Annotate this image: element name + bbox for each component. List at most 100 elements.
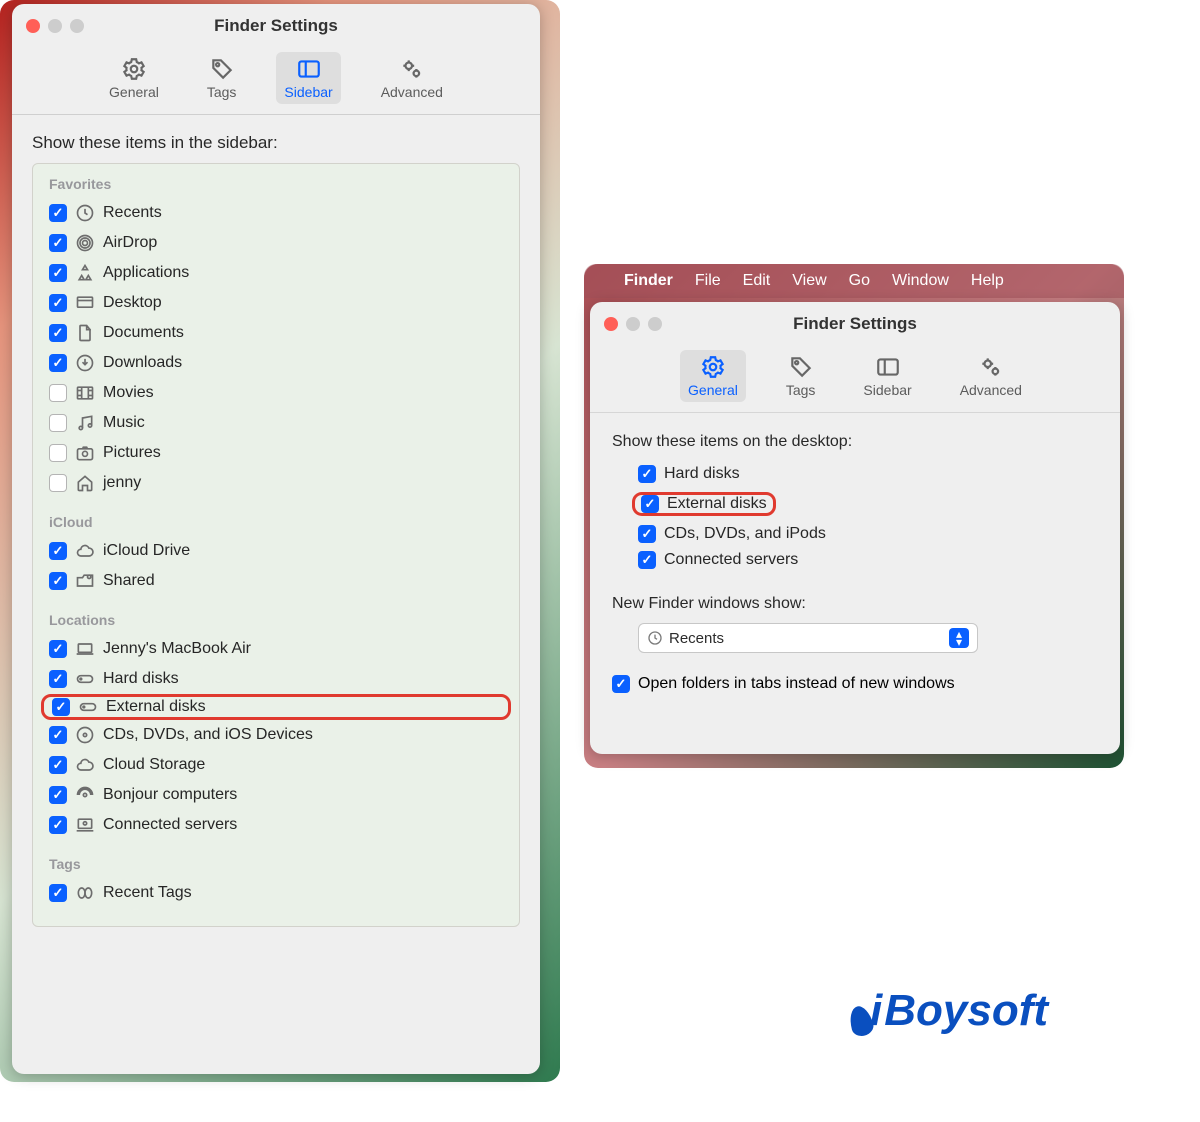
sidebar-item-pictures[interactable]: Pictures: [49, 438, 503, 468]
settings-tabs: General Tags Sidebar Advanced: [590, 346, 1120, 413]
tab-tags[interactable]: Tags: [778, 350, 824, 402]
sidebar-item-airdrop[interactable]: AirDrop: [49, 228, 503, 258]
open-in-tabs-checkbox[interactable]: [612, 675, 630, 693]
checkbox[interactable]: [49, 354, 67, 372]
group-head-favorites: Favorites: [49, 176, 503, 192]
checkbox[interactable]: [49, 756, 67, 774]
brand-text: Boysoft: [884, 986, 1048, 1036]
menubar-item-go[interactable]: Go: [849, 272, 870, 290]
sidebar-item-downloads[interactable]: Downloads: [49, 348, 503, 378]
sidebar-item-movies[interactable]: Movies: [49, 378, 503, 408]
checkbox[interactable]: [49, 670, 67, 688]
finder-settings-general-window: Finder Settings General Tags Sidebar Adv…: [590, 302, 1120, 754]
new-windows-select[interactable]: Recents ▴▾: [638, 623, 978, 653]
sidebar-item-applications[interactable]: Applications: [49, 258, 503, 288]
sidebar-item-external-disks[interactable]: External disks: [41, 694, 511, 720]
sidebar-item-cds-dvds-and-ios-devices[interactable]: CDs, DVDs, and iOS Devices: [49, 720, 503, 750]
item-label: Bonjour computers: [103, 786, 237, 804]
open-in-tabs-row[interactable]: Open folders in tabs instead of new wind…: [612, 675, 1098, 693]
iboysoft-logo: iBoysoft: [850, 986, 1048, 1036]
tab-sidebar[interactable]: Sidebar: [855, 350, 919, 402]
tab-sidebar[interactable]: Sidebar: [276, 52, 340, 104]
menubar-item-help[interactable]: Help: [971, 272, 1004, 290]
window-title: Finder Settings: [12, 16, 540, 36]
sidebar-item-connected-servers[interactable]: Connected servers: [49, 810, 503, 840]
sidebar-item-jenny[interactable]: jenny: [49, 468, 503, 498]
item-label: AirDrop: [103, 234, 157, 252]
window-title: Finder Settings: [590, 314, 1120, 334]
camera-icon: [75, 443, 95, 463]
sidebar-item-hard-disks[interactable]: Hard disks: [49, 664, 503, 694]
checkbox[interactable]: [638, 551, 656, 569]
checkbox[interactable]: [49, 324, 67, 342]
checkbox[interactable]: [49, 572, 67, 590]
sidebar-item-bonjour-computers[interactable]: Bonjour computers: [49, 780, 503, 810]
sidebar-item-desktop[interactable]: Desktop: [49, 288, 503, 318]
titlebar: Finder Settings: [12, 4, 540, 48]
checkbox[interactable]: [49, 884, 67, 902]
checkbox[interactable]: [638, 465, 656, 483]
checkbox[interactable]: [49, 294, 67, 312]
macos-menubar: Finder File Edit View Go Window Help: [584, 264, 1124, 298]
sidebar-items-panel: Favorites Recents AirDrop ApplicationsDeskt…: [32, 163, 520, 927]
checkbox[interactable]: [52, 698, 70, 716]
checkbox[interactable]: [49, 414, 67, 432]
clock-icon: [647, 630, 663, 646]
sidebar-item-recents[interactable]: Recents: [49, 198, 503, 228]
checkbox[interactable]: [641, 495, 659, 513]
sidebar-item-icloud-drive[interactable]: iCloud Drive: [49, 536, 503, 566]
doc-icon: [75, 323, 95, 343]
tab-sidebar-label: Sidebar: [284, 84, 332, 100]
checkbox[interactable]: [49, 204, 67, 222]
checkbox[interactable]: [49, 786, 67, 804]
gears-icon: [399, 56, 425, 82]
desktop-items-list: Hard disks External disks CDs, DVDs, and i…: [638, 461, 1098, 573]
tab-tags-label: Tags: [786, 382, 816, 398]
checkbox[interactable]: [49, 264, 67, 282]
checkbox[interactable]: [49, 444, 67, 462]
menubar-app-name[interactable]: Finder: [624, 272, 673, 290]
tab-general[interactable]: General: [680, 350, 746, 402]
gear-icon: [121, 56, 147, 82]
desktop-item-connected-servers[interactable]: Connected servers: [638, 547, 1098, 573]
menubar-item-file[interactable]: File: [695, 272, 721, 290]
checkbox[interactable]: [49, 474, 67, 492]
group-head-tags: Tags: [49, 856, 503, 872]
clock-icon: [75, 203, 95, 223]
tab-advanced-label: Advanced: [960, 382, 1022, 398]
sidebar-item-recent-tags[interactable]: Recent Tags: [49, 878, 503, 908]
checkbox[interactable]: [49, 726, 67, 744]
item-label: iCloud Drive: [103, 542, 190, 560]
menubar-item-view[interactable]: View: [792, 272, 826, 290]
sidebar-item-documents[interactable]: Documents: [49, 318, 503, 348]
menubar-item-edit[interactable]: Edit: [743, 272, 771, 290]
desktop-item-external-disks[interactable]: External disks: [638, 487, 1098, 521]
checkbox[interactable]: [49, 234, 67, 252]
gears-icon: [978, 354, 1004, 380]
sidebar-item-cloud-storage[interactable]: Cloud Storage: [49, 750, 503, 780]
tab-advanced[interactable]: Advanced: [952, 350, 1030, 402]
tab-general[interactable]: General: [101, 52, 167, 104]
item-label: Connected servers: [103, 816, 237, 834]
checkbox[interactable]: [49, 640, 67, 658]
desktop-item-cds-dvds-and-ipods[interactable]: CDs, DVDs, and iPods: [638, 521, 1098, 547]
desktop-item-hard-disks[interactable]: Hard disks: [638, 461, 1098, 487]
open-in-tabs-label: Open folders in tabs instead of new wind…: [638, 675, 955, 693]
checkbox[interactable]: [49, 816, 67, 834]
sidebar-item-jenny-s-macbook-air[interactable]: Jenny's MacBook Air: [49, 634, 503, 664]
menubar-item-window[interactable]: Window: [892, 272, 949, 290]
tab-advanced-label: Advanced: [381, 84, 443, 100]
item-label: External disks: [667, 495, 767, 513]
cloud-icon: [75, 541, 95, 561]
sidebar-item-music[interactable]: Music: [49, 408, 503, 438]
tag-icon: [75, 883, 95, 903]
checkbox[interactable]: [49, 384, 67, 402]
shared-icon: [75, 571, 95, 591]
tab-tags[interactable]: Tags: [199, 52, 245, 104]
item-label: Downloads: [103, 354, 182, 372]
item-label: Cloud Storage: [103, 756, 205, 774]
sidebar-item-shared[interactable]: Shared: [49, 566, 503, 596]
checkbox[interactable]: [638, 525, 656, 543]
checkbox[interactable]: [49, 542, 67, 560]
tab-advanced[interactable]: Advanced: [373, 52, 451, 104]
